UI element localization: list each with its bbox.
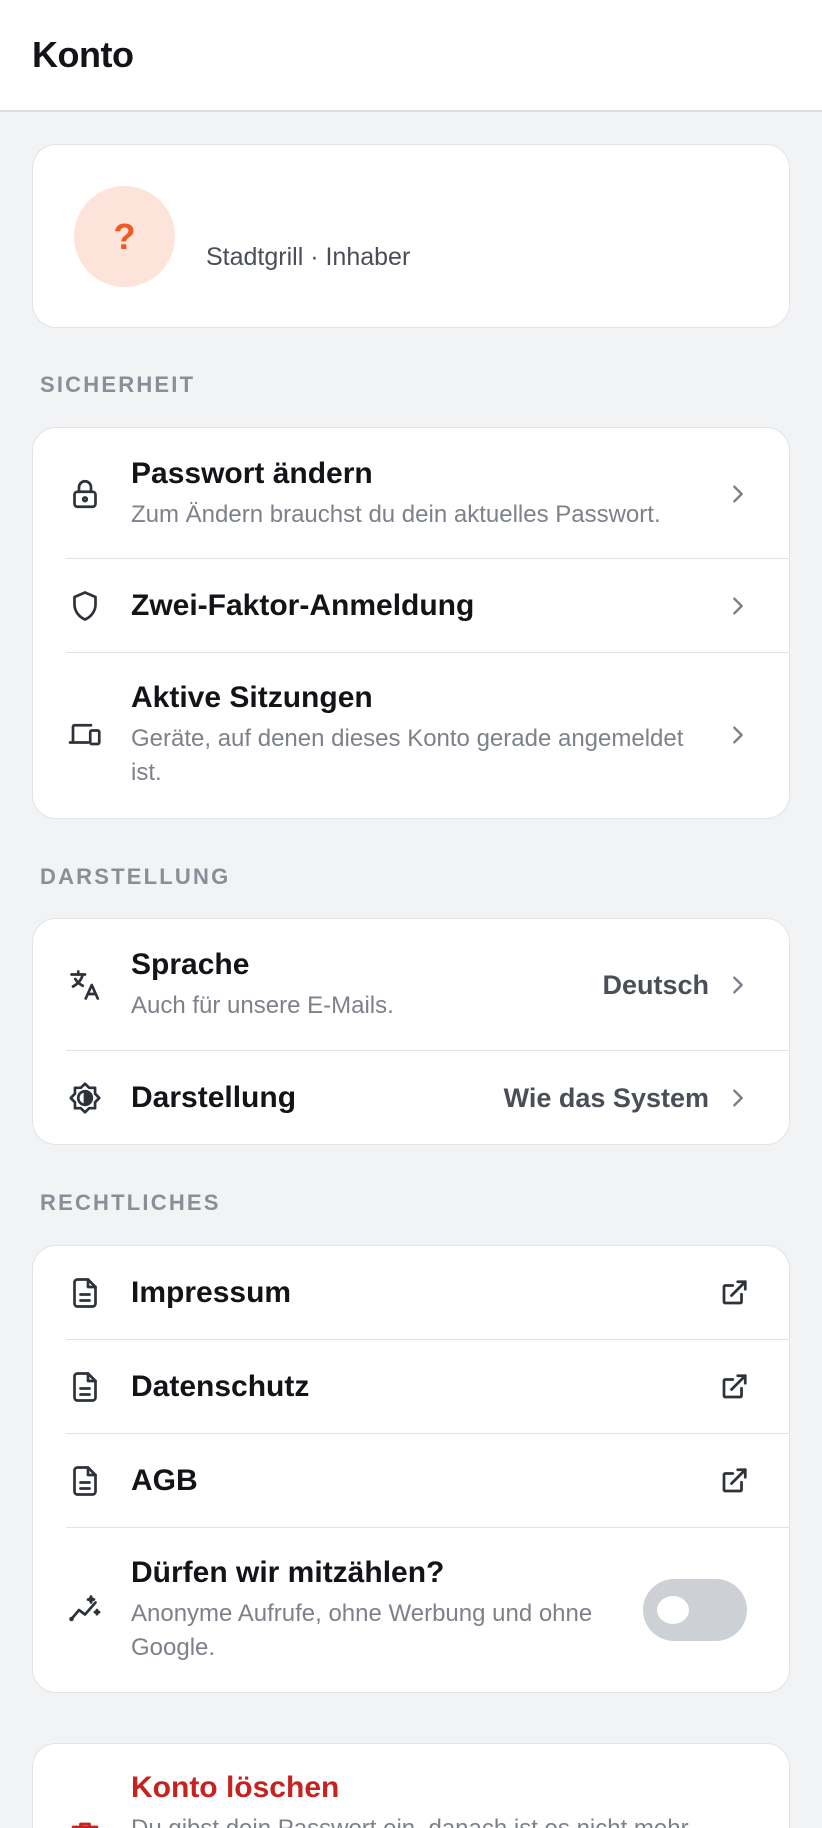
document-icon [66, 1462, 104, 1500]
trash-icon [66, 1817, 104, 1828]
brightness-icon [66, 1079, 104, 1117]
privacy-title: Datenschutz [131, 1370, 310, 1403]
active-sessions-title: Aktive Sitzungen [131, 681, 373, 714]
external-link-icon [722, 1468, 747, 1493]
translate-icon [66, 966, 104, 1004]
document-icon [66, 1274, 104, 1312]
imprint-row[interactable]: Impressum [33, 1246, 789, 1340]
delete-account-title: Konto löschen [131, 1771, 340, 1804]
two-factor-title: Zwei-Faktor-Anmeldung [131, 589, 475, 622]
analytics-toggle[interactable] [643, 1579, 747, 1641]
devices-icon [66, 716, 104, 754]
theme-row[interactable]: Darstellung Wie das System [33, 1051, 789, 1144]
profile-card: ? Stadtgrill · Inhaber [32, 144, 790, 328]
chevron-right-icon [733, 726, 743, 744]
change-password-row[interactable]: Passwort ändern Zum Ändern brauchst du d… [33, 428, 789, 559]
active-sessions-subtitle: Geräte, auf denen dieses Konto gerade an… [131, 725, 684, 786]
imprint-title: Impressum [131, 1276, 292, 1309]
toggle-knob [657, 1596, 689, 1624]
terms-title: AGB [131, 1464, 198, 1497]
analytics-icon [66, 1591, 104, 1629]
document-icon [66, 1368, 104, 1406]
section-label-legal: RECHTLICHES [40, 1190, 221, 1215]
external-link-icon [722, 1374, 747, 1399]
section-label-appearance: DARSTELLUNG [40, 864, 231, 889]
chevron-right-icon [733, 1089, 743, 1107]
delete-account-row[interactable]: Konto löschen Du gibst dein Passwort ein… [33, 1744, 789, 1828]
avatar-placeholder-icon: ? [113, 215, 136, 257]
shield-icon [66, 587, 104, 625]
chevron-right-icon [733, 484, 743, 503]
analytics-subtitle: Anonyme Aufrufe, ohne Werbung und ohne G… [131, 1600, 593, 1661]
terms-row[interactable]: AGB [33, 1434, 789, 1528]
section-label-security: SICHERHEIT [40, 372, 196, 397]
language-title: Sprache [131, 948, 250, 981]
theme-value: Wie das System [503, 1082, 709, 1113]
danger-card: Konto löschen Du gibst dein Passwort ein… [32, 1743, 790, 1828]
app-header: Konto [0, 0, 822, 112]
analytics-row: Dürfen wir mitzählen? Anonyme Aufrufe, o… [33, 1528, 789, 1692]
analytics-title: Dürfen wir mitzählen? [131, 1556, 445, 1589]
change-password-subtitle: Zum Ändern brauchst du dein aktuelles Pa… [131, 500, 661, 528]
language-row[interactable]: Sprache Auch für unsere E-Mails. Deutsch [33, 919, 789, 1051]
language-value: Deutsch [602, 969, 709, 1000]
page-title: Konto [32, 34, 134, 75]
legal-card: Impressum Datenschutz AGB Dürfen wir mit… [32, 1245, 790, 1693]
avatar: ? [74, 186, 175, 287]
privacy-row[interactable]: Datenschutz [33, 1340, 789, 1434]
appearance-card: Sprache Auch für unsere E-Mails. Deutsch… [32, 918, 790, 1145]
language-subtitle: Auch für unsere E-Mails. [131, 992, 394, 1019]
theme-title: Darstellung [131, 1081, 297, 1114]
chevron-right-icon [733, 597, 743, 615]
profile-subtitle: Stadtgrill · Inhaber [206, 243, 411, 271]
change-password-title: Passwort ändern [131, 456, 373, 490]
security-card: Passwort ändern Zum Ändern brauchst du d… [32, 427, 790, 819]
active-sessions-row[interactable]: Aktive Sitzungen Geräte, auf denen diese… [33, 653, 789, 817]
two-factor-row[interactable]: Zwei-Faktor-Anmeldung [33, 559, 789, 653]
chevron-right-icon [733, 976, 743, 994]
lock-icon [66, 475, 104, 513]
delete-account-subtitle: Du gibst dein Passwort ein, danach ist e… [131, 1812, 727, 1828]
external-link-icon [722, 1280, 747, 1305]
